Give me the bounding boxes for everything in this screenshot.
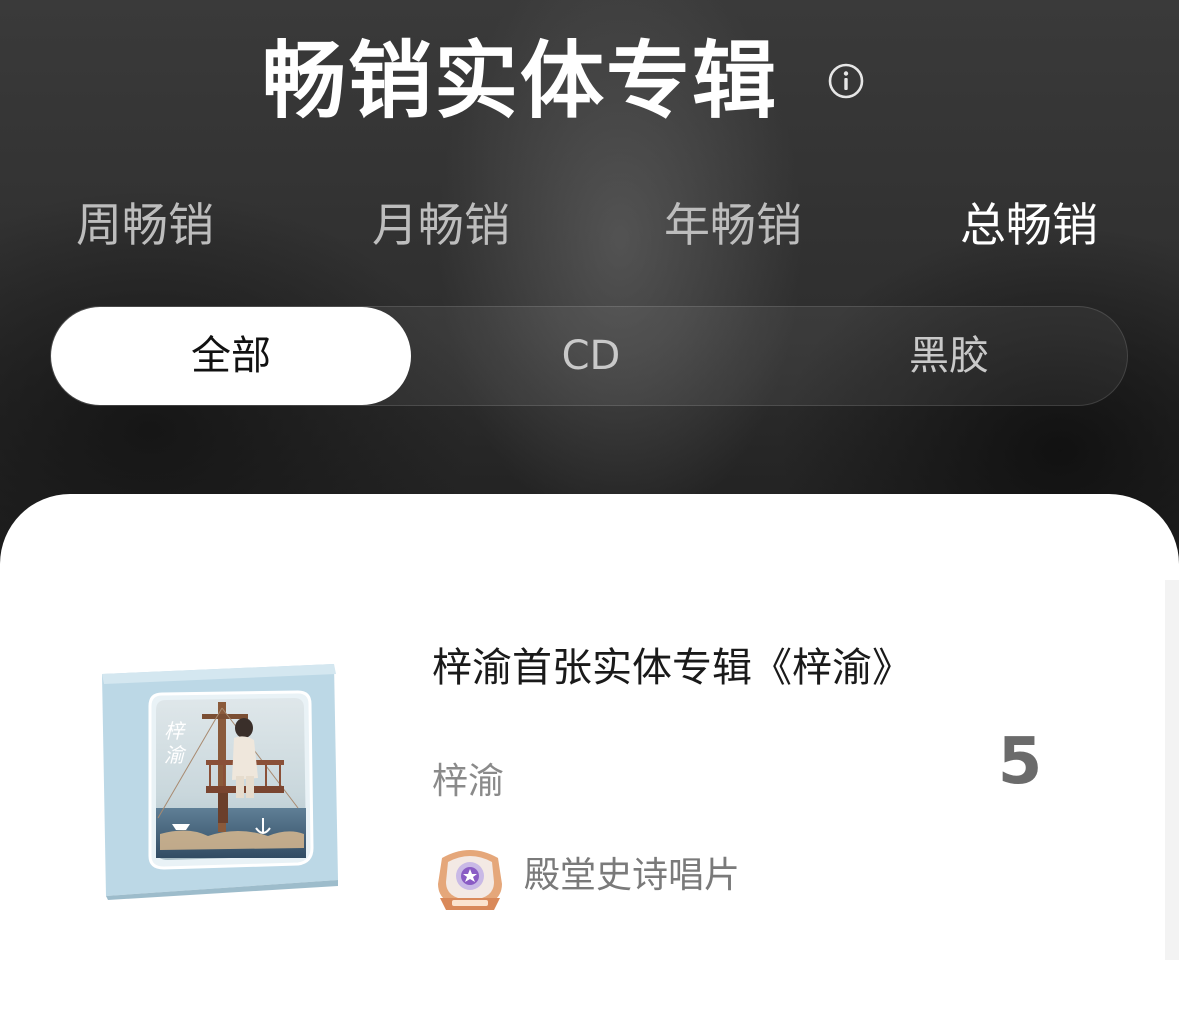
rank-number: 5 — [997, 725, 1043, 799]
tab-monthly[interactable]: 月畅销 — [372, 190, 510, 260]
svg-text:渝: 渝 — [164, 743, 187, 767]
format-tab-vinyl[interactable]: 黑胶 — [771, 307, 1127, 405]
period-tabs: 周畅销 月畅销 年畅销 总畅销 — [0, 190, 1179, 260]
album-cover-image[interactable]: 梓 渝 — [98, 658, 340, 900]
title-row: 畅销实体专辑 — [0, 26, 1179, 136]
format-segmented-control: 全部 CD 黑胶 — [50, 306, 1128, 406]
epic-record-badge-icon — [438, 850, 502, 910]
card-edge — [1165, 580, 1179, 960]
tab-yearly[interactable]: 年畅销 — [664, 190, 802, 260]
tab-weekly[interactable]: 周畅销 — [76, 190, 214, 260]
album-title[interactable]: 梓渝首张实体专辑《梓渝》 — [432, 640, 912, 696]
svg-text:梓: 梓 — [164, 719, 187, 743]
album-artist[interactable]: 梓渝 — [432, 756, 504, 808]
info-circle-icon[interactable] — [828, 63, 864, 99]
badge-label: 殿堂史诗唱片 — [524, 855, 741, 896]
format-tab-cd[interactable]: CD — [411, 307, 771, 405]
format-tab-all[interactable]: 全部 — [51, 307, 411, 405]
tab-all-time[interactable]: 总畅销 — [960, 190, 1098, 260]
page-title: 畅销实体专辑 — [262, 32, 779, 130]
